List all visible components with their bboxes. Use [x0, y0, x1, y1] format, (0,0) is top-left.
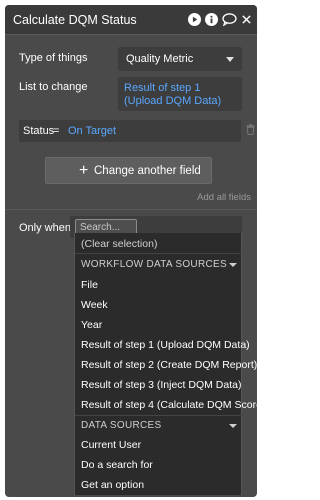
type-of-things-label: Type of things — [19, 52, 88, 64]
type-of-things-value: Quality Metric — [126, 53, 194, 65]
close-icon[interactable] — [241, 13, 252, 26]
list-to-change-label: List to change — [19, 81, 88, 93]
menu-item-result-step-1[interactable]: Result of step 1 (Upload DQM Data) — [81, 339, 250, 351]
section-header-data-sources[interactable]: DATA SOURCES — [81, 420, 161, 431]
list-to-change-value: Result of step 1 (Upload DQM Data) — [124, 82, 222, 107]
status-field-row[interactable]: Status = On Target — [19, 120, 241, 142]
chevron-down-icon[interactable] — [229, 263, 237, 267]
section-divider — [5, 209, 257, 210]
only-when-label: Only when — [19, 222, 71, 234]
status-field-value[interactable]: On Target — [68, 125, 116, 137]
menu-item-week[interactable]: Week — [81, 299, 108, 311]
clear-selection-item[interactable]: (Clear selection) — [81, 238, 157, 250]
list-to-change-field[interactable]: Result of step 1 (Upload DQM Data) — [118, 77, 242, 111]
menu-item-file[interactable]: File — [81, 279, 98, 291]
change-another-field-button[interactable]: + Change another field — [45, 157, 212, 184]
chevron-down-icon[interactable] — [229, 424, 237, 428]
menu-item-get-an-option[interactable]: Get an option — [81, 479, 144, 491]
menu-divider — [75, 415, 243, 416]
menu-item-current-user[interactable]: Current User — [81, 439, 141, 451]
menu-divider — [75, 253, 243, 254]
menu-item-result-step-3[interactable]: Result of step 3 (Inject DQM Data) — [81, 379, 241, 391]
menu-item-result-step-2[interactable]: Result of step 2 (Create DQM Report) — [81, 359, 257, 371]
status-field-label: Status — [23, 125, 55, 137]
menu-item-year[interactable]: Year — [81, 319, 102, 331]
chevron-down-icon — [226, 57, 234, 62]
panel-header: Calculate DQM Status — [5, 5, 257, 35]
comment-icon[interactable] — [222, 13, 237, 26]
type-of-things-dropdown[interactable]: Quality Metric — [118, 47, 242, 71]
section-header-workflow-data-sources[interactable]: WORKFLOW DATA SOURCES — [81, 259, 227, 270]
equals-operator: = — [53, 125, 60, 137]
play-icon[interactable] — [188, 13, 201, 26]
data-source-menu: (Clear selection) WORKFLOW DATA SOURCES … — [74, 233, 265, 495]
panel-title: Calculate DQM Status — [13, 13, 137, 27]
info-icon[interactable] — [205, 13, 218, 26]
plus-icon: + — [79, 162, 89, 179]
menu-item-result-step-4[interactable]: Result of step 4 (Calculate DQM Score) — [81, 399, 265, 411]
menu-item-do-a-search-for[interactable]: Do a search for — [81, 459, 153, 471]
add-all-fields-link[interactable]: Add all fields — [197, 192, 251, 203]
trash-icon[interactable] — [246, 124, 255, 135]
change-another-field-label: Change another field — [94, 165, 201, 177]
